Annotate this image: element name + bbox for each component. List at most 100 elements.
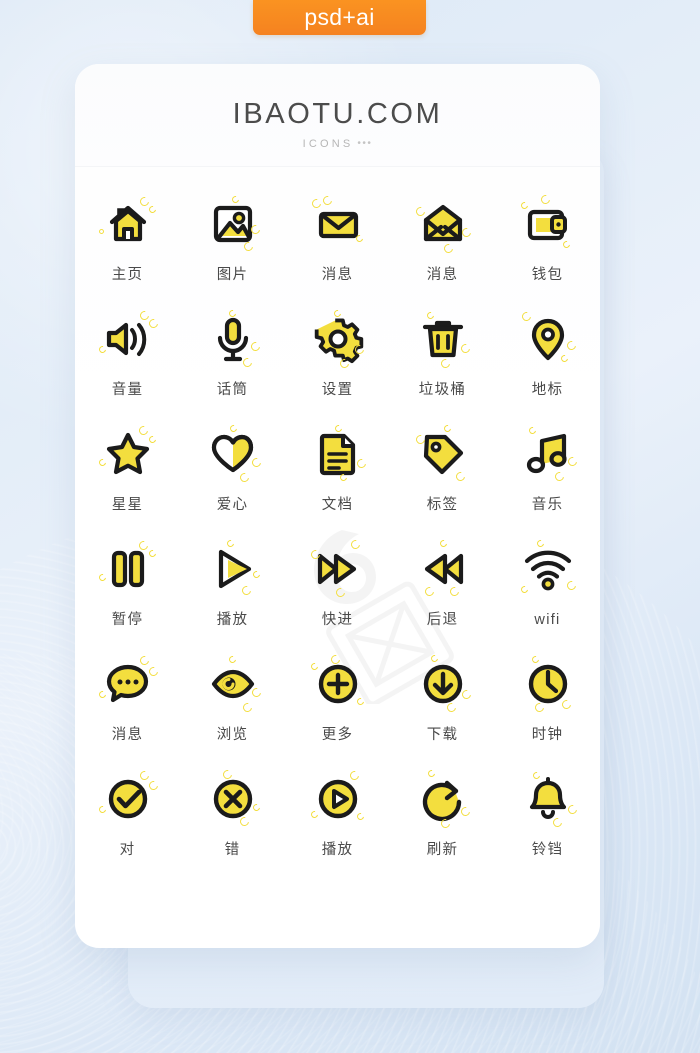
icon-label: 文档 [321,497,354,513]
subtitle-dots: ••• [357,138,373,149]
icon-label: 对 [119,842,136,858]
icon-cell-refresh[interactable]: 刷新 [390,768,495,885]
icon-row: 暂停 播放 快进 后退 wifi [75,538,600,655]
icon-label: 消息 [426,267,459,283]
icon-cell-pause[interactable]: 暂停 [75,539,180,655]
icon-cell-trash[interactable]: 垃圾桶 [390,310,495,425]
icon-label: 下载 [426,727,459,743]
icon-cell-document[interactable]: 文档 [285,423,390,540]
music-note-icon[interactable] [519,425,579,483]
bell-icon[interactable] [519,770,579,829]
icon-cell-star[interactable]: 星星 [75,424,180,540]
heart-icon[interactable] [204,423,263,484]
icon-cell-play[interactable]: 播放 [180,538,285,655]
page-title: IBAOTU.COM [232,98,443,130]
home-icon[interactable] [97,195,157,253]
icon-cell-wallet[interactable]: 钱包 [495,193,600,310]
image-icon[interactable] [204,194,262,253]
icon-row: 消息 浏览 更多 下载 时钟 [75,653,600,770]
icon-label: 标签 [426,497,459,513]
icon-label: 消息 [321,267,354,283]
icon-cell-settings[interactable]: 设置 [285,308,390,425]
icon-label: 设置 [321,382,354,398]
icon-cell-clock[interactable]: 时钟 [495,654,600,770]
icon-set-card: IBAOTU.COM ICONS ••• 主页 图片 消息 消息 钱包 音量 话… [75,64,600,948]
icon-row: 对 错 播放 刷新 铃铛 [75,768,600,885]
icon-cell-message-closed[interactable]: 消息 [285,194,390,310]
subtitle-text: ICONS [302,138,354,150]
icon-label: 主页 [111,267,144,283]
icon-cell-music[interactable]: 音乐 [495,425,600,540]
plus-circle-icon[interactable] [309,653,367,713]
icon-cell-image[interactable]: 图片 [180,194,285,310]
icon-cell-tag[interactable]: 标签 [390,423,495,540]
eye-icon[interactable] [204,654,263,714]
download-circle-icon[interactable] [414,653,473,714]
play-triangle-icon[interactable] [204,538,262,598]
icon-cell-message-open[interactable]: 消息 [390,195,495,310]
icon-cell-volume[interactable]: 音量 [75,309,180,425]
icon-label: 铃铛 [531,842,564,858]
icon-label: 暂停 [111,612,144,628]
location-pin-icon[interactable] [519,310,578,368]
format-badge: psd+ai [253,0,426,35]
icon-label: 浏览 [216,727,249,743]
icon-label: 钱包 [531,267,564,283]
icon-cell-more[interactable]: 更多 [285,653,390,770]
fast-forward-icon[interactable] [308,538,367,599]
microphone-icon[interactable] [204,308,262,369]
wallet-icon[interactable] [519,193,577,253]
icon-label: 地标 [531,382,564,398]
icon-cell-rewind[interactable]: 后退 [390,538,495,655]
trash-icon[interactable] [414,310,472,370]
icon-label: 图片 [216,267,249,283]
play-circle-icon[interactable] [309,769,367,828]
icon-cell-heart[interactable]: 爱心 [180,423,285,540]
icon-cell-chat[interactable]: 消息 [75,654,180,770]
cross-circle-icon[interactable] [204,768,262,828]
envelope-open-icon[interactable] [413,195,473,255]
icon-cell-download[interactable]: 下载 [390,653,495,770]
icon-label: 更多 [321,727,354,743]
volume-icon[interactable] [97,309,160,368]
icon-cell-wrong[interactable]: 错 [180,768,285,885]
icon-label: 播放 [216,612,249,628]
icon-label: wifi [534,612,561,628]
icon-label: 爱心 [216,497,249,513]
envelope-closed-icon[interactable] [309,194,367,253]
icon-row: 星星 爱心 文档 标签 音乐 [75,423,600,540]
tag-icon[interactable] [413,423,472,483]
icon-label: 错 [224,842,241,858]
icon-cell-fast-forward[interactable]: 快进 [285,538,390,655]
clock-icon[interactable] [519,654,577,714]
rewind-icon[interactable] [414,538,472,598]
icon-row: 音量 话筒 设置 垃圾桶 地标 [75,308,600,425]
icon-cell-play-circle[interactable]: 播放 [285,769,390,885]
pause-icon[interactable] [97,539,157,598]
card-header: IBAOTU.COM ICONS ••• [75,64,600,167]
icon-cell-home[interactable]: 主页 [75,195,180,310]
refresh-icon[interactable] [414,768,472,830]
icon-label: 话筒 [216,382,249,398]
document-icon[interactable] [309,423,368,483]
page-subtitle: ICONS ••• [75,137,600,151]
star-icon[interactable] [97,424,157,483]
icon-label: 快进 [321,612,354,628]
icon-label: 播放 [321,842,354,858]
icon-cell-correct[interactable]: 对 [75,769,180,885]
icon-row: 主页 图片 消息 消息 钱包 [75,193,600,310]
icon-cell-location[interactable]: 地标 [495,310,600,425]
icon-cell-wifi[interactable]: wifi [495,538,600,655]
check-circle-icon[interactable] [97,769,160,828]
icon-cell-microphone[interactable]: 话筒 [180,308,285,425]
gear-icon[interactable] [309,308,367,370]
icon-label: 音量 [111,382,144,398]
page-root: psd+ai IBAOTU.COM ICONS ••• 主页 图片 消息 消息 … [0,0,700,1053]
icon-cell-bell[interactable]: 铃铛 [495,770,600,885]
icon-label: 星星 [111,497,144,513]
icon-label: 音乐 [531,497,564,513]
icon-grid: 主页 图片 消息 消息 钱包 音量 话筒 设置 垃圾桶 地标 星星 爱心 文档 … [75,167,600,885]
icon-cell-browse[interactable]: 浏览 [180,654,285,770]
wifi-icon[interactable] [519,538,578,598]
chat-bubble-icon[interactable] [97,654,160,713]
